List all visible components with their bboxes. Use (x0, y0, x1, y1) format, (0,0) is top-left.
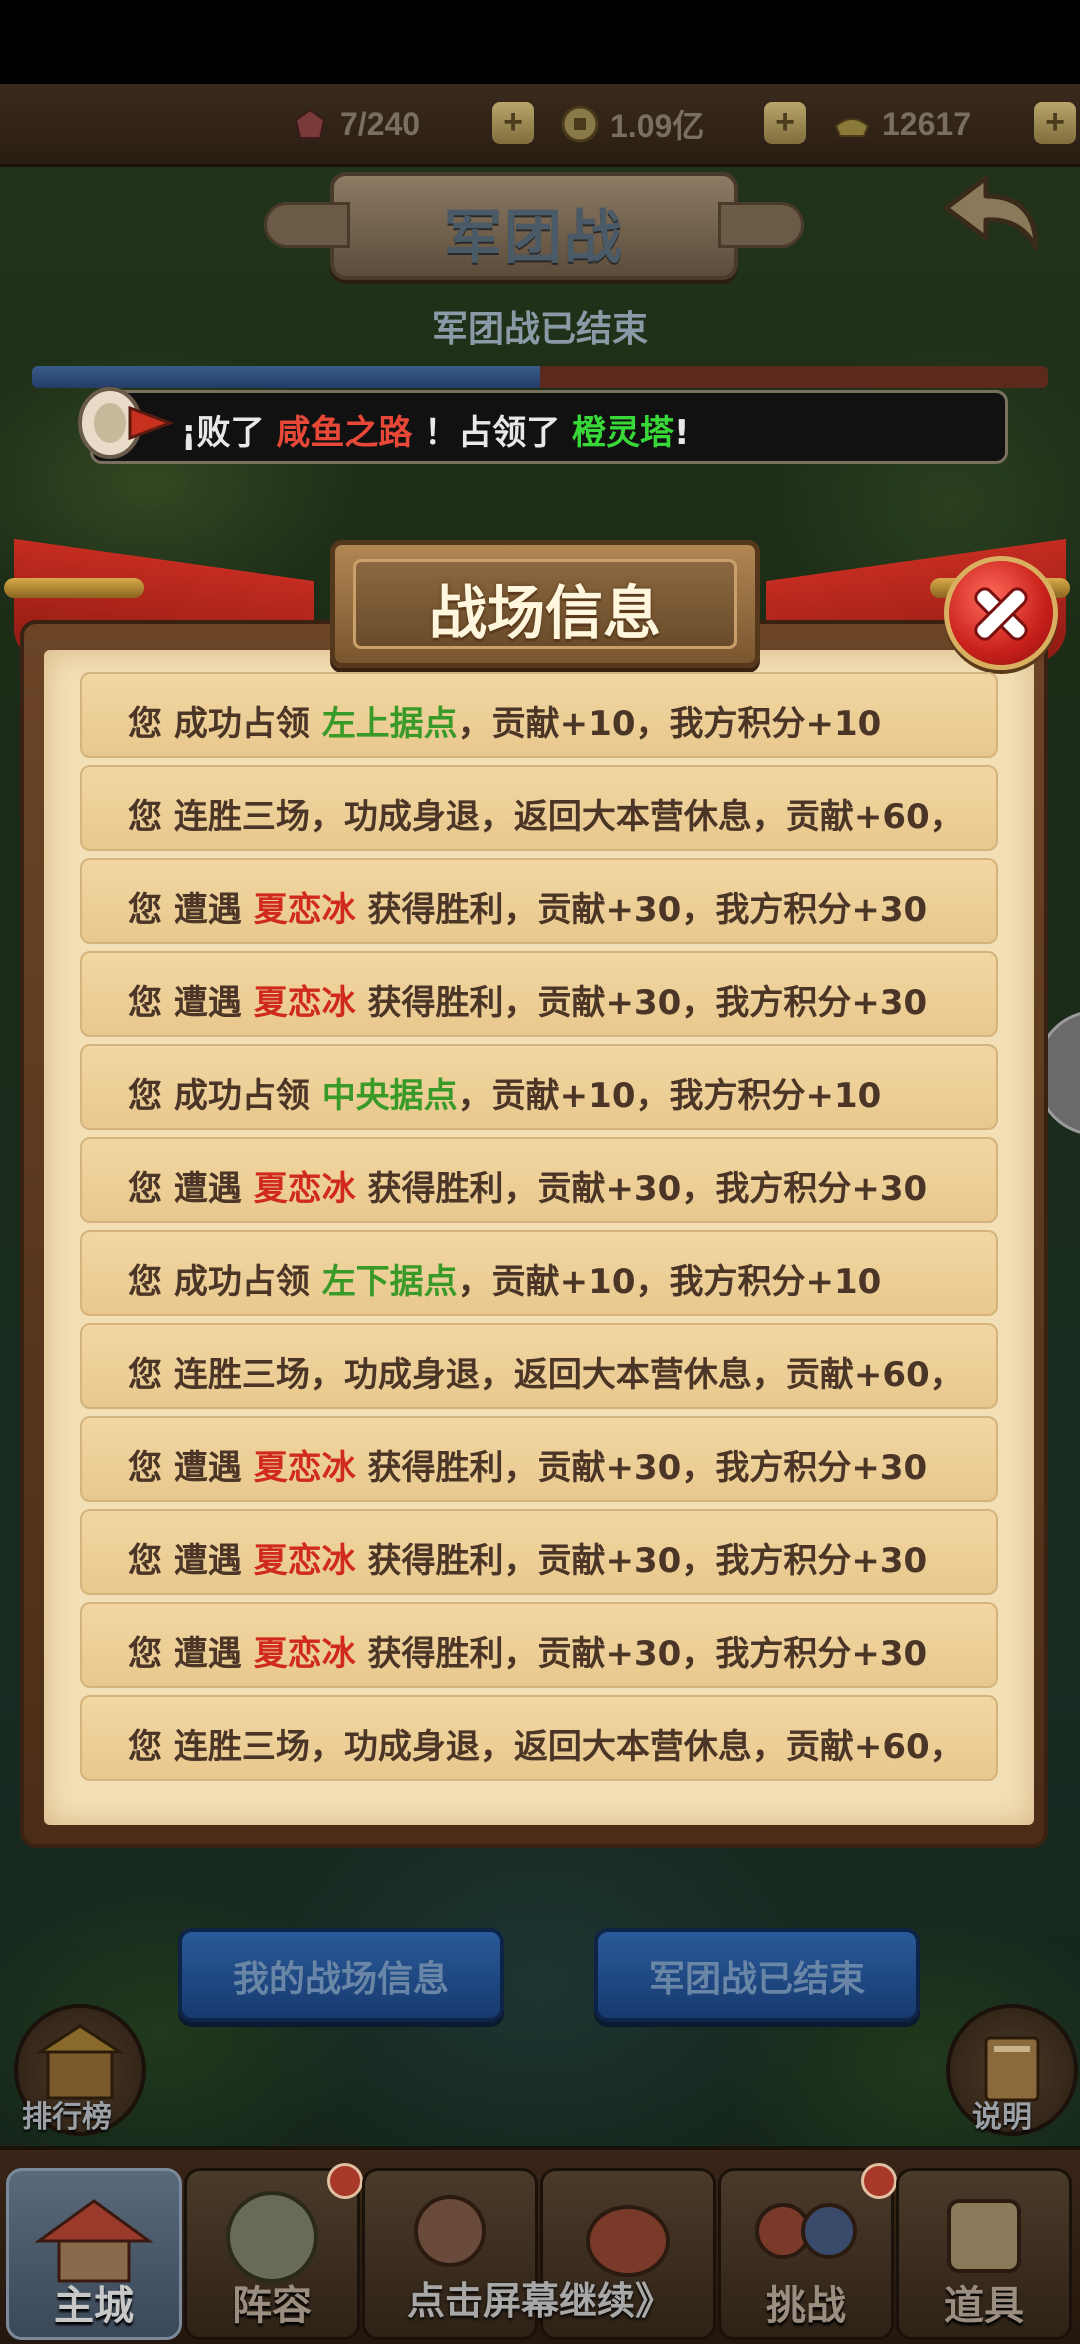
add-coins-button[interactable]: + (764, 102, 806, 144)
lineup-notification-dot (327, 2163, 363, 2199)
horn-icon (78, 387, 175, 459)
broadcast-prefix: ¡败了 (181, 413, 265, 453)
broadcast-text: ¡败了 咸鱼之路 ！占领了 橙灵塔! (181, 405, 690, 454)
war-ended-label: 军团战已结束 (648, 1959, 865, 2000)
log-row-text: 您 成功占领 左下据点，贡献+10，我方积分+10 (128, 1254, 881, 1303)
challenge-notification-dot (861, 2163, 897, 2199)
log-row: 您 成功占领 中央据点，贡献+10，我方积分+10 (80, 1044, 998, 1130)
my-battle-info-label: 我的战场信息 (232, 1959, 449, 2000)
log-text-part: 获得胜利，贡献+30，我方积分+30 (355, 1634, 928, 1674)
coins-value: 1.09亿 (610, 108, 705, 144)
log-enemy-name: 夏恋冰 (253, 1448, 356, 1488)
help-label: 说明 (972, 2100, 1032, 2135)
coins-resource: 1.09亿 (560, 102, 704, 146)
log-row: 您 成功占领 左上据点，贡献+10，我方积分+10 (80, 672, 998, 758)
log-text-part: 您 遭遇 (128, 1541, 254, 1581)
log-text-part: 您 遭遇 (128, 1169, 254, 1209)
log-text-part: 获得胜利，贡献+30，我方积分+30 (355, 890, 928, 930)
page-title: 军团战 (443, 203, 624, 271)
broadcast-banner: ¡败了 咸鱼之路 ！占领了 橙灵塔! (90, 390, 1008, 464)
log-text-part: 获得胜利，贡献+30，我方积分+30 (355, 1541, 928, 1581)
log-row: 您 遭遇 夏恋冰 获得胜利，贡献+30，我方积分+30 (80, 1602, 998, 1688)
log-text-part: 获得胜利，贡献+30，我方积分+30 (355, 983, 928, 1023)
broadcast-tower: 橙灵塔 (572, 413, 675, 453)
log-row-text: 您 连胜三场，功成身退，返回大本营休息，贡献+60， (128, 789, 964, 838)
war-status-subtitle: 军团战已结束 (431, 309, 648, 350)
log-row: 您 成功占领 左下据点，贡献+10，我方积分+10 (80, 1230, 998, 1316)
my-battle-info-button[interactable]: 我的战场信息 (178, 1928, 504, 2022)
log-row: 您 遭遇 夏恋冰 获得胜利，贡献+30，我方积分+30 (80, 858, 998, 944)
close-button[interactable] (944, 556, 1058, 670)
broadcast-mid: ！占领了 (424, 413, 561, 453)
war-ended-button[interactable]: 军团战已结束 (594, 1928, 920, 2022)
resource-bar: 7/240 + 1.09亿 + 12617 + (0, 84, 1080, 167)
log-stronghold-name: 左下据点 (321, 1262, 458, 1302)
log-enemy-name: 夏恋冰 (253, 1541, 356, 1581)
panel-title: 战场信息 (428, 579, 661, 647)
gold-resource: 12617 (832, 102, 971, 146)
stamina-value: 7/240 (340, 105, 421, 142)
log-text-part: 您 连胜三场，功成身退，返回大本营休息，贡献+60， (128, 797, 964, 837)
log-row: 您 遭遇 夏恋冰 获得胜利，贡献+30，我方积分+30 (80, 1137, 998, 1223)
back-arrow-icon[interactable] (936, 168, 1046, 268)
spear-left-decoration (4, 578, 144, 598)
log-text-part: ，贡献+10，我方积分+10 (457, 704, 882, 744)
add-stamina-button[interactable]: + (492, 102, 534, 144)
log-row-text: 您 连胜三场，功成身退，返回大本营休息，贡献+60， (128, 1719, 964, 1768)
log-text-part: 获得胜利，贡献+30，我方积分+30 (355, 1448, 928, 1488)
log-row-text: 您 连胜三场，功成身退，返回大本营休息，贡献+60， (128, 1347, 964, 1396)
log-row-text: 您 遭遇 夏恋冰 获得胜利，贡献+30，我方积分+30 (128, 975, 927, 1024)
war-progress-bar (32, 366, 1048, 388)
log-enemy-name: 夏恋冰 (253, 1169, 356, 1209)
broadcast-enemy: 咸鱼之路 (276, 413, 413, 453)
log-text-part: 您 成功占领 (128, 1262, 322, 1302)
log-row: 您 遭遇 夏恋冰 获得胜利，贡献+30，我方积分+30 (80, 951, 998, 1037)
battle-log-list[interactable]: 您 成功占领 左上据点，贡献+10，我方积分+10 您 连胜三场，功成身退，返回大… (80, 672, 1000, 1808)
log-row-text: 您 成功占领 左上据点，贡献+10，我方积分+10 (128, 696, 881, 745)
stamina-resource: 7/240 (290, 102, 420, 146)
log-row: 您 遭遇 夏恋冰 获得胜利，贡献+30，我方积分+30 (80, 1416, 998, 1502)
log-row-text: 您 遭遇 夏恋冰 获得胜利，贡献+30，我方积分+30 (128, 882, 927, 931)
log-text-part: 您 遭遇 (128, 983, 254, 1023)
log-text-part: 您 遭遇 (128, 1634, 254, 1674)
log-text-part: 您 遭遇 (128, 890, 254, 930)
log-text-part: 您 连胜三场，功成身退，返回大本营休息，贡献+60， (128, 1355, 964, 1395)
log-text-part: 您 连胜三场，功成身退，返回大本营休息，贡献+60， (128, 1727, 964, 1767)
log-row-text: 您 遭遇 夏恋冰 获得胜利，贡献+30，我方积分+30 (128, 1161, 927, 1210)
log-text-part: ，贡献+10，我方积分+10 (457, 1076, 882, 1116)
log-row-text: 您 成功占领 中央据点，贡献+10，我方积分+10 (128, 1068, 881, 1117)
gold-ingot-icon (834, 118, 870, 137)
log-row: 您 连胜三场，功成身退，返回大本营休息，贡献+60， (80, 1323, 998, 1409)
log-row: 您 连胜三场，功成身退，返回大本营休息，贡献+60， (80, 765, 998, 851)
panel-title-plaque: 战场信息 (330, 540, 760, 668)
log-row: 您 连胜三场，功成身退，返回大本营休息，贡献+60， (80, 1695, 998, 1781)
log-row-text: 您 遭遇 夏恋冰 获得胜利，贡献+30，我方积分+30 (128, 1440, 927, 1489)
add-gold-button[interactable]: + (1034, 102, 1076, 144)
stamina-icon (294, 108, 326, 139)
tap-to-continue-hint[interactable]: 点击屏幕继续》 (0, 2270, 1080, 2325)
coin-icon (561, 105, 599, 143)
log-text-part: 您 成功占领 (128, 1076, 322, 1116)
title-plaque: 军团战 (264, 172, 804, 280)
panel-title-inner: 战场信息 (353, 559, 737, 649)
log-row: 您 遭遇 夏恋冰 获得胜利，贡献+30，我方积分+30 (80, 1509, 998, 1595)
log-enemy-name: 夏恋冰 (253, 890, 356, 930)
ranking-label: 排行榜 (22, 2100, 112, 2135)
log-text-part: 您 遭遇 (128, 1448, 254, 1488)
log-enemy-name: 夏恋冰 (253, 1634, 356, 1674)
log-row-text: 您 遭遇 夏恋冰 获得胜利，贡献+30，我方积分+30 (128, 1533, 927, 1582)
log-enemy-name: 夏恋冰 (253, 983, 356, 1023)
broadcast-suffix: ! (674, 413, 690, 453)
log-row-text: 您 遭遇 夏恋冰 获得胜利，贡献+30，我方积分+30 (128, 1626, 927, 1675)
log-text-part: ，贡献+10，我方积分+10 (457, 1262, 882, 1302)
log-stronghold-name: 中央据点 (321, 1076, 458, 1116)
log-text-part: 获得胜利，贡献+30，我方积分+30 (355, 1169, 928, 1209)
log-stronghold-name: 左上据点 (321, 704, 458, 744)
log-text-part: 您 成功占领 (128, 704, 322, 744)
gold-value: 12617 (882, 105, 971, 142)
